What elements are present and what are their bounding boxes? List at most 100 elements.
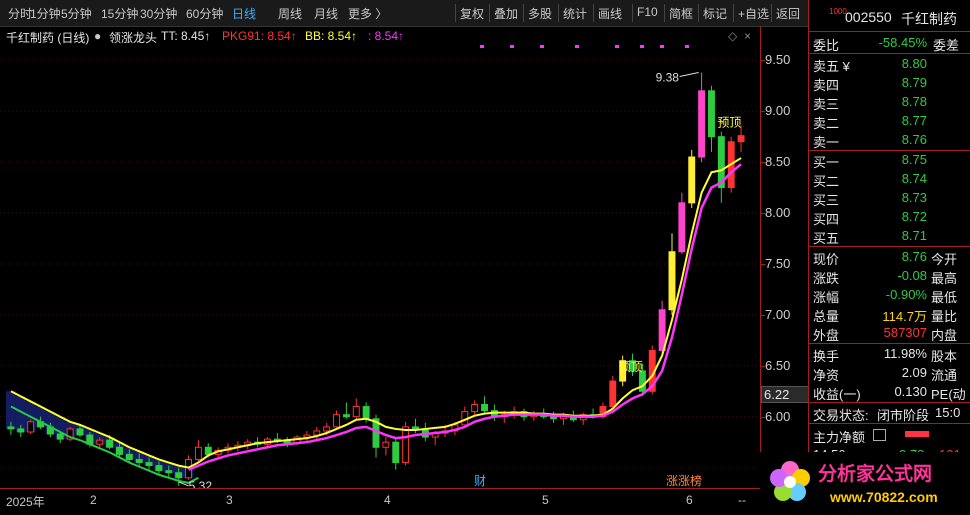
candlestick-chart[interactable]: 9.385.32预顶预顶财 涨涨榜 <box>0 45 760 488</box>
high-price-label: 9.38 <box>656 70 680 84</box>
candle-body <box>362 406 370 420</box>
quote-label2: 最高 <box>931 271 958 286</box>
fund-label: 换手 <box>813 349 840 364</box>
diamond-icon[interactable]: ◇ <box>728 29 737 43</box>
tool-7[interactable]: 标记 <box>703 5 727 22</box>
candle-body <box>333 414 340 428</box>
ask-label: 卖四 <box>813 78 840 93</box>
candle-body <box>76 428 84 436</box>
main-flow-bar <box>905 431 929 437</box>
candle-body <box>481 403 488 412</box>
finance-marker: 财 <box>474 474 486 488</box>
candle-body <box>698 90 706 158</box>
fund-row: 净资 2.09 流通 <box>809 364 970 383</box>
candle-body <box>392 441 400 464</box>
tab-3[interactable]: 15分钟 <box>101 5 138 22</box>
trade-status-label: 交易状态: <box>813 408 869 423</box>
panel-divider <box>809 31 970 32</box>
bid-price: 8.75 <box>901 152 927 167</box>
panel-divider <box>809 343 970 344</box>
price-tick: 7.00 <box>765 306 791 322</box>
quote-row: 外盘 587307 内盘 <box>809 324 970 343</box>
tool-9[interactable]: 返回 <box>776 5 800 22</box>
candle-body <box>412 426 419 430</box>
stock-name: 千红制药 <box>901 11 957 27</box>
period-toolbar: 分时 1分钟 5分钟 15分钟 30分钟 60分钟 日线 周线 月线 更多 〉 复权 叠加 多股 统计 画线… <box>0 0 808 27</box>
close-icon[interactable]: × <box>744 29 751 43</box>
indicator-settings-icon[interactable]: ● <box>94 29 101 43</box>
signal-dot <box>510 45 514 48</box>
candle-body <box>17 428 25 433</box>
toolbar-divider <box>558 4 559 22</box>
tab-0[interactable]: 分时 <box>8 5 32 22</box>
quote-value: -0.90% <box>885 287 927 302</box>
candle-body <box>155 465 163 472</box>
tool-4[interactable]: 画线 <box>598 5 622 22</box>
candle-body <box>175 472 183 479</box>
quote-row: 涨跌 -0.08 最高 <box>809 267 970 286</box>
ask-row: 卖五 ¥ 8.80 <box>809 55 970 74</box>
tool-5[interactable]: F10 <box>637 5 658 19</box>
tool-3[interactable]: 统计 <box>563 5 587 22</box>
pkg91-value: PKG91: 8.54↑ <box>222 29 297 43</box>
signal-dot <box>685 45 689 48</box>
panel-divider <box>809 423 970 424</box>
ask-label: 卖三 <box>813 97 840 112</box>
quote-value: -0.08 <box>897 268 927 283</box>
list-icon[interactable] <box>873 429 886 441</box>
bid-label: 买五 <box>813 231 840 246</box>
toolbar-divider <box>771 4 772 22</box>
tool-1[interactable]: 叠加 <box>494 5 518 22</box>
indicator-name[interactable]: 领涨龙头 <box>109 29 157 46</box>
tab-7[interactable]: 周线 <box>278 5 302 22</box>
quote-value: 114.7万 <box>882 309 927 324</box>
signal-dot <box>540 45 544 48</box>
fund-label: 净资 <box>813 368 840 383</box>
quote-row: 总量 114.7万 量比 <box>809 305 970 324</box>
toolbar-divider <box>632 4 633 22</box>
indicator-legend: 千红制药 (日线) ● 领涨龙头 TT: 8.45↑ PKG91: 8.54↑ … <box>0 27 760 45</box>
candle-body <box>125 453 133 460</box>
signal-dot <box>615 45 619 48</box>
quote-row: 现价 8.76 今开 <box>809 248 970 267</box>
fund-value: 2.09 <box>901 365 927 380</box>
tab-2[interactable]: 5分钟 <box>61 5 92 22</box>
tab-8[interactable]: 月线 <box>314 5 338 22</box>
candle-body <box>382 441 390 448</box>
trade-status-value: 闭市阶段 <box>877 408 930 423</box>
tab-9[interactable]: 更多 〉 <box>348 5 387 22</box>
candle-body <box>550 416 558 420</box>
ask-row: 卖三 8.78 <box>809 93 970 112</box>
quote-label2: 今开 <box>931 252 958 267</box>
extra-value: : 8.54↑ <box>368 29 405 43</box>
candle-body <box>96 439 104 445</box>
tool-6[interactable]: 简框 <box>669 5 693 22</box>
candle-body <box>7 426 15 430</box>
tab-5[interactable]: 60分钟 <box>186 5 223 22</box>
bid-label: 买二 <box>813 174 840 189</box>
candle-body <box>323 426 331 432</box>
tool-8[interactable]: +自选 <box>738 5 769 22</box>
date-tick: 3 <box>226 493 233 507</box>
quote-panel: 1000 002550 千红制药 委比 -58.45% 委差 卖五 ¥8.80 卖四 8.79 卖… <box>808 0 970 512</box>
tab-6[interactable]: 日线 <box>232 5 256 22</box>
date-tick: -- <box>738 493 746 507</box>
tab-4[interactable]: 30分钟 <box>140 5 177 22</box>
logo-title: 分析家公式网 <box>818 462 932 485</box>
candle-body <box>194 446 202 460</box>
tool-0[interactable]: 复权 <box>460 5 484 22</box>
price-tick: 6.00 <box>765 408 791 424</box>
candle-body <box>638 370 646 392</box>
date-tick: 4 <box>384 493 391 507</box>
weibi-label: 委比 <box>813 38 840 53</box>
quote-label: 涨幅 <box>813 290 840 305</box>
price-tick: 9.50 <box>765 52 791 68</box>
price-tick-mark <box>761 162 765 164</box>
price-tick-mark <box>761 365 765 367</box>
tab-1[interactable]: 1分钟 <box>30 5 61 22</box>
bid-row: 买一 8.75 <box>809 151 970 170</box>
price-tick-mark <box>761 111 765 113</box>
ask-price: 8.76 <box>901 132 927 147</box>
tool-2[interactable]: 多股 <box>528 5 552 22</box>
candle-body <box>402 426 410 464</box>
